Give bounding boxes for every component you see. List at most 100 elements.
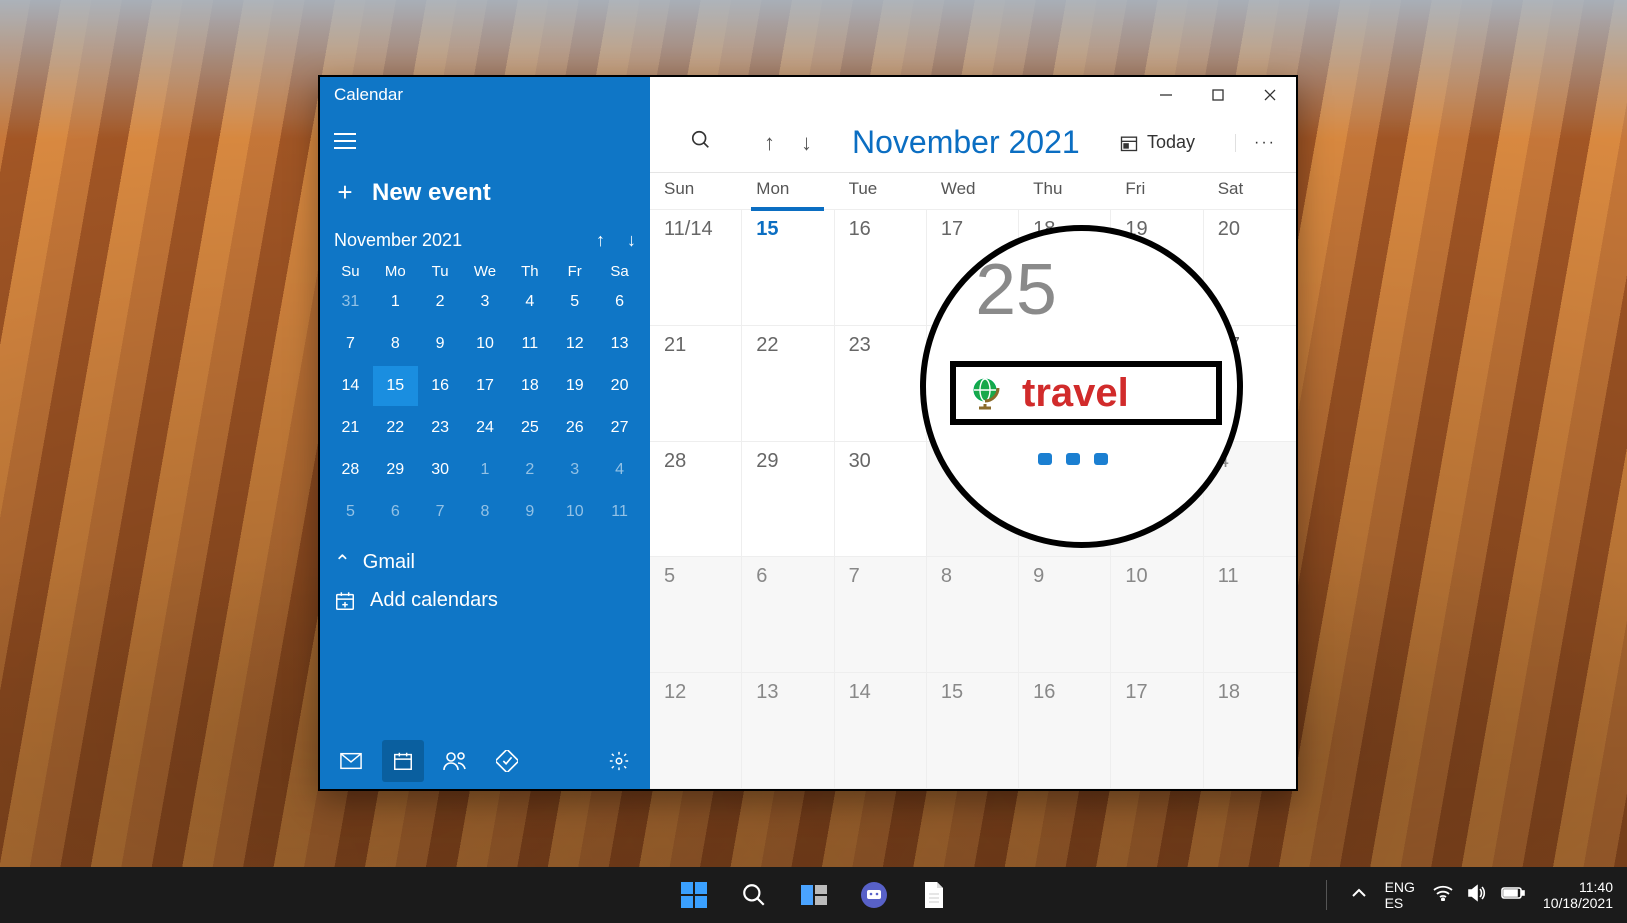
mini-day-cell[interactable]: 8 — [373, 324, 418, 364]
month-day-cell[interactable]: 13 — [742, 673, 834, 789]
mini-day-cell[interactable]: 13 — [597, 324, 642, 364]
account-toggle-gmail[interactable]: ⌃ Gmail — [320, 550, 650, 575]
mini-next-month-button[interactable]: ↓ — [627, 230, 636, 251]
battery-button[interactable] — [1501, 886, 1525, 905]
people-button[interactable] — [434, 740, 476, 782]
month-day-cell[interactable]: 18 — [1204, 673, 1296, 789]
settings-button[interactable] — [598, 740, 640, 782]
current-month-button[interactable]: November 2021 — [852, 124, 1080, 161]
month-day-cell[interactable]: 11 — [1204, 557, 1296, 673]
month-day-cell[interactable]: 14 — [835, 673, 927, 789]
month-day-cell[interactable]: 10 — [1111, 557, 1203, 673]
todo-button[interactable] — [486, 740, 528, 782]
close-button[interactable] — [1244, 77, 1296, 113]
month-day-cell[interactable]: 15 — [742, 210, 834, 326]
month-day-cell[interactable]: 7 — [835, 557, 927, 673]
clock-button[interactable]: 11:40 10/18/2021 — [1543, 879, 1613, 911]
month-day-cell[interactable]: 16 — [835, 210, 927, 326]
month-day-cell[interactable]: 22 — [742, 326, 834, 442]
mini-day-cell[interactable]: 18 — [507, 366, 552, 406]
magnified-event[interactable]: travel — [950, 361, 1222, 425]
mini-day-cell[interactable]: 5 — [328, 492, 373, 532]
mini-day-cell[interactable]: 15 — [373, 366, 418, 406]
mini-day-cell[interactable]: 10 — [552, 492, 597, 532]
start-button[interactable] — [677, 878, 711, 912]
mini-day-cell[interactable]: 3 — [463, 282, 508, 322]
month-day-cell[interactable]: 5 — [650, 557, 742, 673]
calendar-button[interactable] — [382, 740, 424, 782]
mini-day-cell[interactable]: 10 — [463, 324, 508, 364]
month-day-cell[interactable]: 11/14 — [650, 210, 742, 326]
mini-day-cell[interactable]: 11 — [597, 492, 642, 532]
mini-day-cell[interactable]: 19 — [552, 366, 597, 406]
month-day-cell[interactable]: 15 — [927, 673, 1019, 789]
taskbar-file-button[interactable] — [917, 878, 951, 912]
mini-day-cell[interactable]: 7 — [328, 324, 373, 364]
mini-day-cell[interactable]: 1 — [373, 282, 418, 322]
mini-day-cell[interactable]: 24 — [463, 408, 508, 448]
prev-period-button[interactable]: ↑ — [764, 130, 775, 156]
mini-day-cell[interactable]: 4 — [597, 450, 642, 490]
month-day-cell[interactable]: 28 — [650, 442, 742, 558]
mini-day-cell[interactable]: 5 — [552, 282, 597, 322]
add-calendars-button[interactable]: Add calendars — [320, 575, 650, 612]
task-view-button[interactable] — [797, 878, 831, 912]
day-number: 22 — [756, 334, 833, 357]
mini-day-cell[interactable]: 25 — [507, 408, 552, 448]
mail-button[interactable] — [330, 740, 372, 782]
mini-prev-month-button[interactable]: ↑ — [596, 230, 605, 251]
month-day-cell[interactable]: 29 — [742, 442, 834, 558]
taskbar-chat-button[interactable] — [857, 878, 891, 912]
mini-day-cell[interactable]: 8 — [463, 492, 508, 532]
month-day-cell[interactable]: 21 — [650, 326, 742, 442]
mini-day-cell[interactable]: 27 — [597, 408, 642, 448]
more-options-button[interactable]: ··· — [1235, 134, 1276, 152]
taskbar-search-button[interactable] — [737, 878, 771, 912]
hamburger-menu-button[interactable] — [320, 121, 360, 161]
month-day-cell[interactable]: 9 — [1019, 557, 1111, 673]
day-number: 6 — [756, 565, 833, 588]
new-event-button[interactable]: + New event — [320, 161, 650, 230]
mini-day-cell[interactable]: 29 — [373, 450, 418, 490]
month-day-cell[interactable]: 17 — [1111, 673, 1203, 789]
mini-day-cell[interactable]: 6 — [597, 282, 642, 322]
wifi-button[interactable] — [1433, 885, 1453, 906]
mini-day-cell[interactable]: 11 — [507, 324, 552, 364]
mini-day-cell[interactable]: 21 — [328, 408, 373, 448]
mini-day-cell[interactable]: 23 — [418, 408, 463, 448]
month-day-cell[interactable]: 23 — [835, 326, 927, 442]
mini-day-cell[interactable]: 1 — [463, 450, 508, 490]
mini-day-cell[interactable]: 9 — [418, 324, 463, 364]
mini-day-cell[interactable]: 20 — [597, 366, 642, 406]
mini-day-cell[interactable]: 28 — [328, 450, 373, 490]
mini-day-cell[interactable]: 12 — [552, 324, 597, 364]
mini-day-cell[interactable]: 30 — [418, 450, 463, 490]
mini-day-cell[interactable]: 14 — [328, 366, 373, 406]
tray-overflow-button[interactable] — [1351, 885, 1367, 906]
mini-day-cell[interactable]: 9 — [507, 492, 552, 532]
month-day-cell[interactable]: 6 — [742, 557, 834, 673]
month-day-cell[interactable]: 16 — [1019, 673, 1111, 789]
today-button[interactable]: Today — [1119, 132, 1195, 153]
maximize-button[interactable] — [1192, 77, 1244, 113]
mini-day-cell[interactable]: 26 — [552, 408, 597, 448]
mini-day-cell[interactable]: 2 — [507, 450, 552, 490]
minimize-button[interactable] — [1140, 77, 1192, 113]
search-button[interactable] — [690, 129, 712, 156]
mini-day-cell[interactable]: 31 — [328, 282, 373, 322]
mini-day-cell[interactable]: 2 — [418, 282, 463, 322]
volume-button[interactable] — [1467, 884, 1487, 907]
month-day-cell[interactable]: 8 — [927, 557, 1019, 673]
mini-calendar-month-label[interactable]: November 2021 — [334, 230, 462, 251]
language-switcher[interactable]: ENG ES — [1385, 879, 1415, 911]
mini-day-cell[interactable]: 17 — [463, 366, 508, 406]
mini-day-cell[interactable]: 22 — [373, 408, 418, 448]
month-day-cell[interactable]: 12 — [650, 673, 742, 789]
month-day-cell[interactable]: 30 — [835, 442, 927, 558]
mini-day-cell[interactable]: 7 — [418, 492, 463, 532]
mini-day-cell[interactable]: 3 — [552, 450, 597, 490]
mini-day-cell[interactable]: 4 — [507, 282, 552, 322]
next-period-button[interactable]: ↓ — [801, 130, 812, 156]
mini-day-cell[interactable]: 16 — [418, 366, 463, 406]
mini-day-cell[interactable]: 6 — [373, 492, 418, 532]
